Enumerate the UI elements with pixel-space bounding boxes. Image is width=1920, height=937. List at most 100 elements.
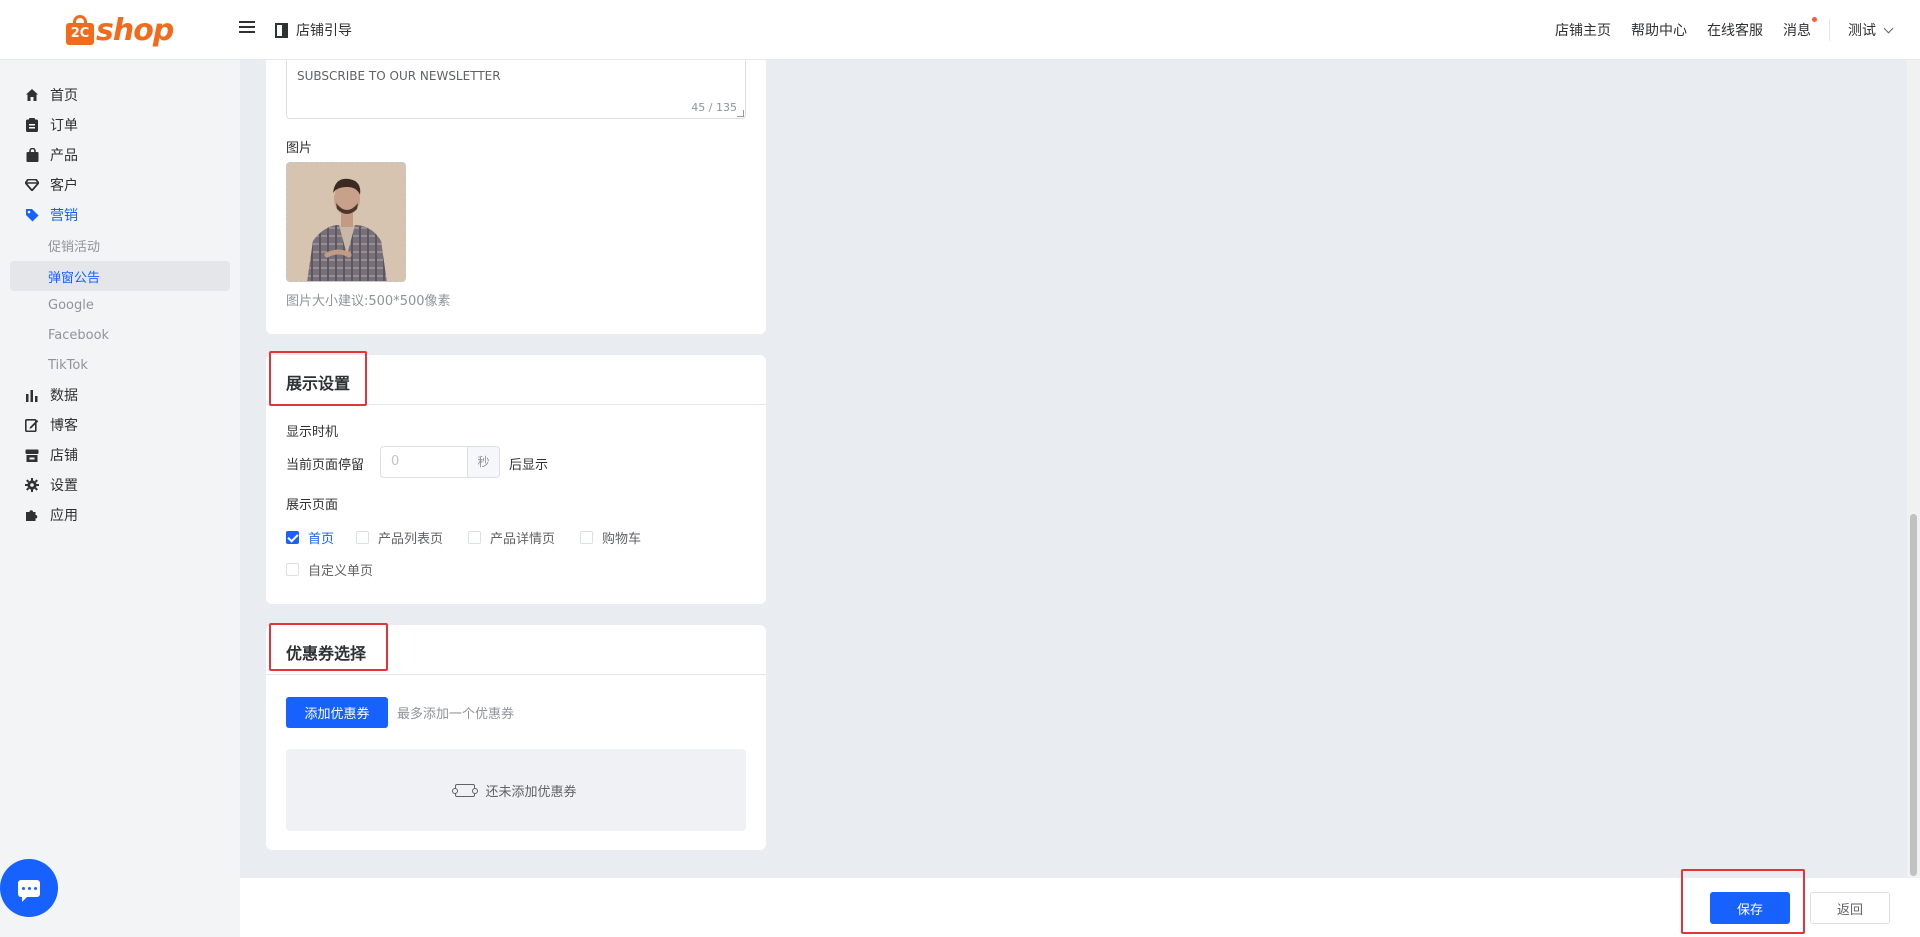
text-content-textarea[interactable]: SUBSCRIBE TO OUR NEWSLETTER 45 / 135 <box>286 60 746 119</box>
sidebar-item-label: 首页 <box>50 88 78 104</box>
sidebar-item-label: 数据 <box>50 388 78 404</box>
card-divider <box>266 674 766 675</box>
nav-help-center[interactable]: 帮助中心 <box>1631 20 1687 40</box>
uploaded-image[interactable] <box>286 162 406 282</box>
nav-divider <box>1829 19 1830 41</box>
checkbox-box <box>286 563 299 576</box>
stay-suffix-label: 后显示 <box>509 458 549 473</box>
sidebar-item-label: 应用 <box>50 508 78 524</box>
add-coupon-button[interactable]: 添加优惠券 <box>286 697 388 728</box>
store-guide-link[interactable]: 店铺引导 <box>275 20 352 40</box>
page-checkbox-product-detail[interactable]: 产品详情页 <box>468 528 555 547</box>
sidebar-item-store[interactable]: 店铺 <box>24 442 78 468</box>
image-label: 图片 <box>286 141 313 156</box>
page-checkbox-cart[interactable]: 购物车 <box>580 528 641 547</box>
logo[interactable]: 2C shop <box>66 10 174 50</box>
display-timing-label: 显示时机 <box>286 425 339 440</box>
book-icon <box>275 22 288 38</box>
checkbox-label: 首页 <box>308 532 335 547</box>
coupon-limit-hint: 最多添加一个优惠券 <box>397 707 515 722</box>
edit-icon <box>24 417 40 433</box>
checkbox-box <box>468 531 481 544</box>
chat-support-button[interactable] <box>0 859 58 917</box>
logo-text: shop <box>96 12 174 48</box>
highlight-box <box>269 351 367 406</box>
ticket-icon <box>452 783 479 797</box>
display-settings-card: 展示设置 显示时机 当前页面停留 0 秒 后显示 展示页面 首页 产品列表页 产… <box>266 351 766 604</box>
page-checkbox-product-list[interactable]: 产品列表页 <box>356 528 443 547</box>
sidebar-item-label: 产品 <box>50 148 78 164</box>
nav-store-home[interactable]: 店铺主页 <box>1555 20 1611 40</box>
back-button[interactable]: 返回 <box>1810 892 1890 924</box>
sidebar-item-label: 博客 <box>50 418 78 434</box>
sidebar-item-label: 订单 <box>50 118 78 134</box>
top-nav: 店铺主页 帮助中心 在线客服 消息 测试 <box>1535 0 1920 60</box>
page-checkbox-home[interactable]: 首页 <box>286 528 334 547</box>
checkbox-label: 购物车 <box>602 532 642 547</box>
display-pages-label: 展示页面 <box>286 498 339 513</box>
chat-icon <box>18 879 40 902</box>
bag-icon <box>24 147 40 163</box>
sidebar-subitem-promotions[interactable]: 促销活动 <box>10 230 230 260</box>
sidebar-item-products[interactable]: 产品 <box>24 142 78 168</box>
sidebar-subitem-popup-announcement[interactable]: 弹窗公告 <box>10 261 230 291</box>
content-card: SUBSCRIBE TO OUR NEWSLETTER 45 / 135 图片 <box>266 60 766 334</box>
diamond-icon <box>24 177 40 193</box>
sidebar-item-customers[interactable]: 客户 <box>24 172 78 198</box>
sidebar-item-label: 客户 <box>50 178 78 194</box>
sidebar: 首页 订单 产品 客户 营销 促销活动 弹窗公告 Google Facebook… <box>0 60 240 937</box>
sidebar-item-apps[interactable]: 应用 <box>24 502 78 528</box>
sidebar-item-settings[interactable]: 设置 <box>24 472 78 498</box>
page-checkbox-custom-page[interactable]: 自定义单页 <box>286 560 373 579</box>
tag-icon <box>24 207 40 223</box>
menu-toggle-icon[interactable] <box>239 21 255 37</box>
footer-bar: 保存 返回 <box>240 869 1920 937</box>
bar-chart-icon <box>24 387 40 403</box>
sidebar-subitem-facebook[interactable]: Facebook <box>10 320 230 350</box>
checkbox-box <box>580 531 593 544</box>
sidebar-item-label: 营销 <box>50 208 78 224</box>
stay-seconds-value: 0 <box>391 454 400 469</box>
stay-prefix-label: 当前页面停留 <box>286 458 365 473</box>
nav-messages-label: 消息 <box>1783 23 1811 39</box>
unread-dot <box>1812 17 1817 22</box>
nav-messages[interactable]: 消息 <box>1783 17 1817 40</box>
store-icon <box>24 447 40 463</box>
stay-seconds-input[interactable]: 0 秒 <box>380 446 500 478</box>
sidebar-item-data[interactable]: 数据 <box>24 382 78 408</box>
highlight-box <box>269 623 388 671</box>
puzzle-icon <box>24 507 40 523</box>
resize-handle[interactable] <box>737 110 744 117</box>
checkbox-label: 产品详情页 <box>490 532 556 547</box>
coupon-empty-state: 还未添加优惠券 <box>286 749 746 831</box>
sidebar-item-orders[interactable]: 订单 <box>24 112 78 138</box>
char-counter: 45 / 135 <box>691 101 737 114</box>
seconds-unit: 秒 <box>467 447 499 477</box>
sidebar-item-label: 设置 <box>50 478 78 494</box>
coupon-empty-text: 还未添加优惠券 <box>485 784 577 800</box>
clipboard-icon <box>24 117 40 133</box>
scrollbar-thumb[interactable] <box>1910 514 1917 876</box>
store-guide-label: 店铺引导 <box>296 23 352 39</box>
page-scrollbar[interactable] <box>1907 60 1920 878</box>
user-menu[interactable]: 测试 <box>1848 20 1894 40</box>
home-icon <box>24 87 40 103</box>
sidebar-subitem-google[interactable]: Google <box>10 290 230 320</box>
sidebar-item-label: 店铺 <box>50 448 78 464</box>
sidebar-item-marketing[interactable]: 营销 <box>24 202 78 228</box>
sidebar-item-blog[interactable]: 博客 <box>24 412 78 438</box>
highlight-box <box>1681 869 1805 934</box>
textarea-text: SUBSCRIBE TO OUR NEWSLETTER <box>297 69 501 83</box>
checkbox-label: 自定义单页 <box>308 564 374 579</box>
image-size-hint: 图片大小建议:500*500像素 <box>286 294 451 309</box>
logo-bag-icon: 2C <box>66 15 94 45</box>
chevron-down-icon <box>1883 23 1894 33</box>
top-header: 2C shop 店铺引导 店铺主页 帮助中心 在线客服 消息 测试 <box>0 0 1920 60</box>
sidebar-subitem-tiktok[interactable]: TikTok <box>10 350 230 380</box>
user-name: 测试 <box>1848 23 1876 39</box>
nav-online-service[interactable]: 在线客服 <box>1707 20 1763 40</box>
gear-icon <box>24 477 40 493</box>
checkbox-label: 产品列表页 <box>378 532 444 547</box>
sidebar-item-home[interactable]: 首页 <box>24 82 78 108</box>
coupon-card: 优惠券选择 添加优惠券 最多添加一个优惠券 还未添加优惠券 <box>266 623 766 850</box>
